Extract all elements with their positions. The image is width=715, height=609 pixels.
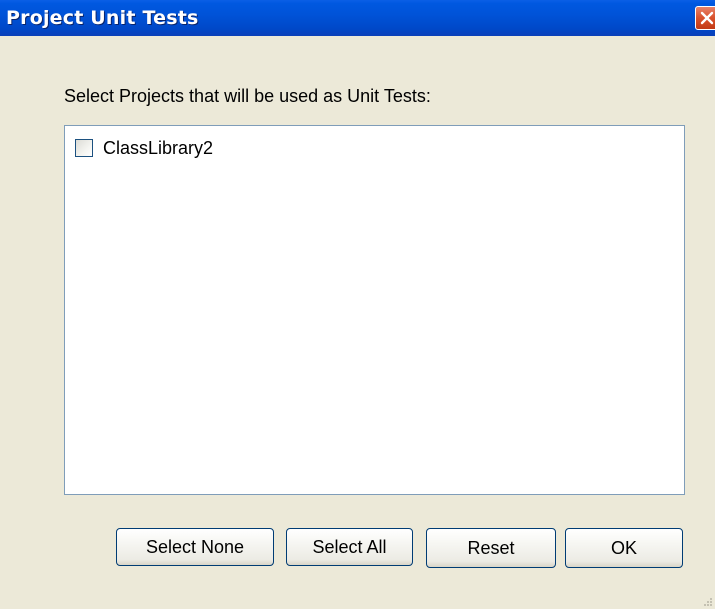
title-bar[interactable]: Project Unit Tests [0, 0, 715, 36]
project-checkbox[interactable] [75, 139, 93, 157]
project-unit-tests-dialog: Project Unit Tests Select Projects that … [0, 0, 715, 609]
project-listbox[interactable]: ClassLibrary2 [64, 125, 685, 495]
dialog-title: Project Unit Tests [6, 7, 199, 29]
close-icon [700, 11, 714, 25]
resize-grip-icon[interactable] [701, 595, 713, 607]
reset-button[interactable]: Reset [426, 528, 556, 568]
ok-button[interactable]: OK [565, 528, 683, 568]
select-all-button[interactable]: Select All [286, 528, 413, 566]
select-none-button[interactable]: Select None [116, 528, 274, 566]
list-item[interactable]: ClassLibrary2 [75, 136, 213, 160]
project-label: ClassLibrary2 [103, 137, 214, 158]
close-button[interactable] [695, 6, 715, 30]
instruction-label: Select Projects that will be used as Uni… [64, 86, 431, 106]
